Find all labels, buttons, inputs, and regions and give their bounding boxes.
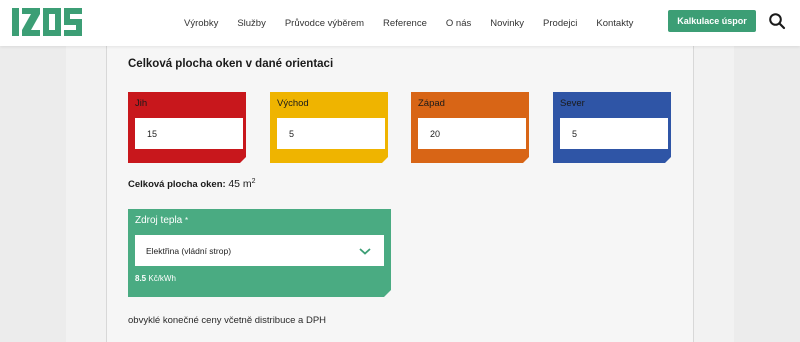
orientation-label: Východ — [277, 98, 309, 109]
corner-notch — [523, 157, 529, 163]
corner-notch — [384, 290, 391, 297]
total-label: Celková plocha oken: — [128, 179, 226, 191]
chevron-down-icon — [359, 248, 371, 255]
heat-source-select[interactable]: Elektřina (vládní strop) — [135, 235, 384, 266]
orientation-label: Sever — [560, 98, 585, 109]
page-side-left — [66, 46, 106, 342]
total-value: 45 m — [228, 178, 252, 191]
nav-vyrobky[interactable]: Výrobky — [184, 18, 218, 29]
orientation-vychod: Východ — [270, 92, 388, 163]
page-side-right — [694, 46, 734, 342]
sever-area-input[interactable] — [560, 118, 668, 149]
site-header: Výrobky Služby Průvodce výběrem Referenc… — [0, 0, 800, 46]
orientation-zapad: Západ — [411, 92, 529, 163]
nav-pruvodce[interactable]: Průvodce výběrem — [285, 18, 364, 29]
vychod-area-input[interactable] — [277, 118, 385, 149]
total-unit-exponent: 2 — [251, 178, 256, 185]
jih-area-input[interactable] — [135, 118, 243, 149]
calculator-card — [106, 46, 694, 342]
nav-sluzby[interactable]: Služby — [237, 18, 266, 29]
nav-prodejci[interactable]: Prodejci — [543, 18, 577, 29]
orientation-label: Západ — [418, 98, 445, 109]
nav-novinky[interactable]: Novinky — [490, 18, 524, 29]
nav-kontakty[interactable]: Kontakty — [596, 18, 633, 29]
corner-notch — [382, 157, 388, 163]
required-mark: * — [185, 216, 189, 225]
zapad-area-input[interactable] — [418, 118, 526, 149]
main-nav: Výrobky Služby Průvodce výběrem Referenc… — [184, 0, 652, 46]
orientation-label: Jih — [135, 98, 148, 109]
heat-source-label-text: Zdroj tepla — [135, 215, 183, 226]
orientation-jih: Jih — [128, 92, 246, 163]
orientation-sever: Sever — [553, 92, 671, 163]
kalkulace-uspor-button[interactable]: Kalkulace úspor — [668, 10, 756, 32]
nav-o-nas[interactable]: O nás — [446, 18, 471, 29]
total-window-area: Celková plocha oken: 45 m2 — [128, 178, 256, 190]
price-note: obvyklé konečné ceny včetně distribuce a… — [128, 315, 327, 326]
corner-notch — [240, 157, 246, 163]
heat-price-unit: Kč/kWh — [148, 274, 176, 283]
izos-logo[interactable] — [12, 8, 92, 36]
search-icon[interactable] — [768, 12, 786, 30]
heat-source-selected: Elektřina (vládní strop) — [146, 245, 232, 256]
heat-source-label: Zdroj tepla * — [135, 215, 188, 226]
heat-source-panel: Zdroj tepla * Elektřina (vládní strop) 8… — [128, 209, 391, 297]
section-title: Celková plocha oken v dané orientaci — [128, 58, 334, 70]
heat-price-value: 8.5 — [135, 274, 147, 283]
nav-reference[interactable]: Reference — [383, 18, 427, 29]
corner-notch — [665, 157, 671, 163]
heat-price: 8.5 Kč/kWh — [135, 274, 176, 283]
